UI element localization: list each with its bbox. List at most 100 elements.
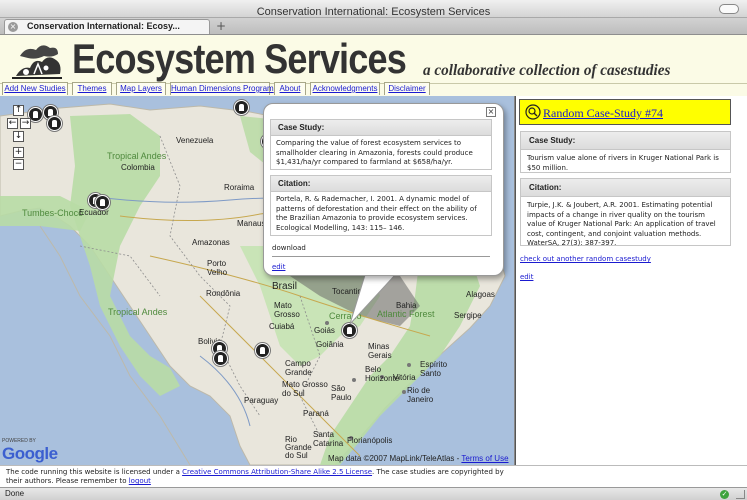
site-tagline: a collaborative collection of casestudie… (423, 62, 671, 79)
popup-close-icon[interactable]: × (486, 107, 496, 117)
map-label-goias: Goiás (314, 326, 335, 335)
map-label-parana: Paraná (303, 409, 329, 418)
map-label-rondonia: Rondônia (206, 289, 241, 298)
panel-citation-header: Citation: (521, 179, 730, 197)
google-logo[interactable]: POWERED BY Google (2, 438, 58, 464)
title-bar: Conservation International: Ecosystem Se… (0, 0, 747, 18)
map-label-colombia: Colombia (121, 163, 155, 172)
map-label-mato-grosso-do-sul: Mato Grosso do Sul (282, 380, 328, 398)
page-footer: The code running this website is license… (0, 465, 747, 487)
map-label-roraima: Roraima (224, 183, 255, 192)
map-label-brasil: Brasil (272, 281, 298, 292)
site-title: Ecosystem Services (72, 35, 407, 82)
main-nav: Add New Studies Themes Map Layers Human … (0, 82, 747, 96)
popup-citation-header: Citation: (271, 176, 491, 192)
panel-citation-box: Citation: Turpie, J.K. & Joubert, A.R. 2… (520, 178, 731, 247)
map-label-venezuela: Venezuela (176, 136, 214, 145)
popup-edit-link[interactable]: edit (272, 263, 285, 271)
popup-download-text: download (272, 244, 306, 252)
new-tab-plus-icon[interactable]: + (214, 20, 228, 33)
map-label-cerrado: Cerrado (329, 311, 362, 321)
resize-grip-icon[interactable] (736, 490, 745, 499)
panel-case-study-box: Case Study: Tourism value alone of river… (520, 131, 731, 173)
map-label-florianopolis: Florianópolis (347, 436, 393, 445)
creative-commons-link[interactable]: Creative Commons Attribution-Share Alike… (182, 468, 372, 476)
case-study-marker[interactable] (95, 195, 110, 210)
popup-citation-text: Portela, R. & Rademacher, I. 2001. A dyn… (276, 195, 477, 232)
license-text-part: The code running this website is license… (6, 468, 183, 476)
pan-down-icon[interactable]: ↓ (13, 131, 24, 142)
map-label-mato-grosso: Mato Grosso (274, 301, 300, 319)
map-label-espirito-santo: Espírito Santo (420, 360, 448, 378)
pan-right-icon[interactable]: → (20, 118, 31, 129)
map-attribution: Map data ©2007 MapLink/TeleAtlas - Terms… (328, 454, 509, 463)
map-label-paraguay: Paraguay (244, 396, 279, 405)
zoom-in-icon[interactable]: + (13, 147, 24, 158)
status-text: Done (5, 489, 25, 498)
site-header: Ecosystem Services a collaborative colle… (0, 35, 747, 84)
panel-case-study-header: Case Study: (521, 132, 730, 150)
zoom-out-icon[interactable]: − (13, 159, 24, 170)
map-label-tropical-andes: Tropical Andes (107, 151, 167, 161)
toolbar-toggle-button[interactable] (719, 4, 739, 14)
nav-add-new-studies[interactable]: Add New Studies (2, 82, 68, 95)
popup-case-study-header: Case Study: (271, 120, 491, 136)
random-case-study-box: Random Case-Study #74 (519, 99, 731, 125)
tab-label: Conservation International: Ecosy... (27, 21, 180, 31)
browser-window: Conservation International: Ecosystem Se… (0, 0, 747, 500)
google-wordmark: Google (2, 444, 58, 463)
map-label-tropical-andes-2: Tropical Andes (108, 307, 168, 317)
map-label-rio-de-janeiro: Rio de Janeiro (407, 386, 434, 404)
map-data-text: Map data ©2007 MapLink/TeleAtlas - (328, 454, 462, 463)
nav-disclaimer[interactable]: Disclaimer (384, 82, 430, 95)
magnifier-icon (525, 104, 541, 120)
popup-divider (272, 256, 490, 257)
popup-case-study-box: Case Study: Comparing the value of fores… (270, 119, 492, 170)
status-bar: Done ✓ (0, 487, 747, 500)
map-label-sergipe: Sergipe (454, 311, 482, 320)
map-label-campo-grande: Campo Grande (285, 359, 312, 377)
map-label-tumbes-choco: Tumbes-Chocó (22, 208, 84, 218)
case-study-marker[interactable] (213, 351, 228, 366)
license-text: The code running this website is license… (6, 468, 506, 486)
nav-acknowledgments[interactable]: Acknowledgments (310, 82, 380, 95)
case-study-marker[interactable] (234, 100, 249, 115)
map-label-vitoria: Vitória (393, 373, 416, 382)
close-tab-icon[interactable]: × (8, 22, 18, 32)
case-study-marker-selected[interactable] (342, 323, 357, 338)
case-study-marker[interactable] (47, 116, 62, 131)
tab-conservation[interactable]: × Conservation International: Ecosy... (4, 19, 210, 34)
pan-left-icon[interactable]: ← (7, 118, 18, 129)
map-label-alagoas: Alagoas (466, 290, 495, 299)
terms-of-use-link[interactable]: Terms of Use (461, 454, 508, 463)
map-label-goiania: Goiânia (316, 340, 344, 349)
security-check-icon: ✓ (720, 490, 729, 499)
logo-icon[interactable] (8, 38, 66, 81)
panel-edit-link[interactable]: edit (520, 273, 533, 281)
nav-map-layers[interactable]: Map Layers (116, 82, 166, 95)
map-label-santa-catarina: Santa Catarina (313, 430, 344, 448)
window-title: Conservation International: Ecosystem Se… (256, 6, 491, 18)
map-label-tocantins: Tocantins (332, 287, 366, 296)
panel-citation-text: Turpie, J.K. & Joubert, A.R. 2001. Estim… (527, 201, 716, 247)
popup-citation-box: Citation: Portela, R. & Rademacher, I. 2… (270, 175, 492, 236)
pan-up-icon[interactable]: ↑ (13, 105, 24, 116)
nav-about[interactable]: About (274, 82, 306, 95)
logout-link[interactable]: logout (129, 477, 151, 485)
random-case-study-link[interactable]: Random Case-Study #74 (543, 106, 663, 121)
map-label-amazonas: Amazonas (192, 238, 230, 247)
map-label-minas-gerais: Minas Gerais (368, 342, 392, 360)
map-label-sao-paulo: São Paulo (331, 384, 352, 402)
tab-bar: × Conservation International: Ecosy... + (0, 18, 747, 35)
map-label-cuiaba: Cuiabá (269, 322, 295, 331)
map-label-porto-velho: Porto Velho (207, 259, 228, 277)
panel-case-study-text: Tourism value alone of rivers in Kruger … (527, 154, 719, 172)
popup-case-study-text: Comparing the value of forest ecosystem … (276, 139, 473, 166)
nav-human-dimensions[interactable]: Human Dimensions Program (170, 82, 274, 95)
nav-themes[interactable]: Themes (72, 82, 112, 95)
case-study-marker[interactable] (255, 343, 270, 358)
map-label-rio-grande-do-sul: Rio Grande do Sul (285, 435, 312, 460)
another-random-casestudy-link[interactable]: check out another random casestudy (520, 255, 651, 263)
map-label-atlantic-forest: Atlantic Forest (377, 309, 435, 319)
map-label-manaus: Manaus (237, 219, 266, 228)
